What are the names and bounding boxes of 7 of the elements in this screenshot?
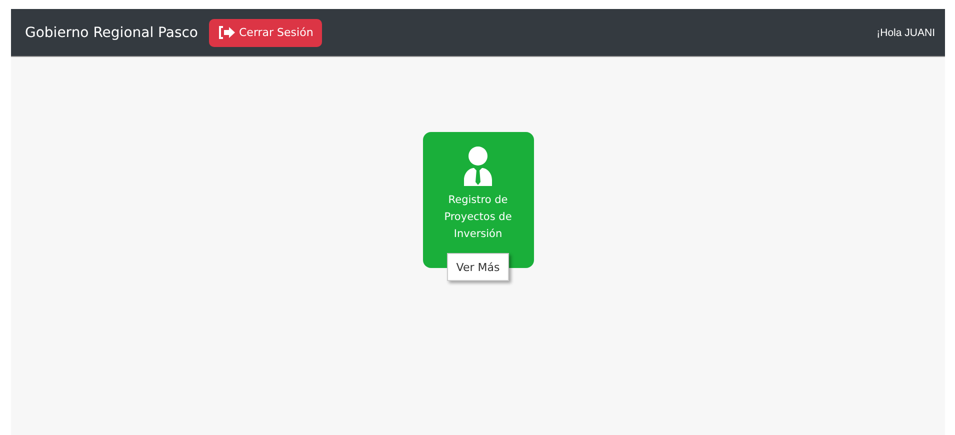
user-tie-icon [464, 146, 492, 186]
logout-button[interactable]: Cerrar Sesión [209, 18, 322, 46]
view-more-button[interactable]: Ver Más [447, 253, 509, 281]
sign-out-icon [218, 26, 235, 39]
user-greeting: ¡Hola JUANI [876, 26, 935, 38]
site-brand: Gobierno Regional Pasco [25, 24, 198, 40]
card-title: Registro de Proyectos de Inversión [443, 193, 513, 242]
